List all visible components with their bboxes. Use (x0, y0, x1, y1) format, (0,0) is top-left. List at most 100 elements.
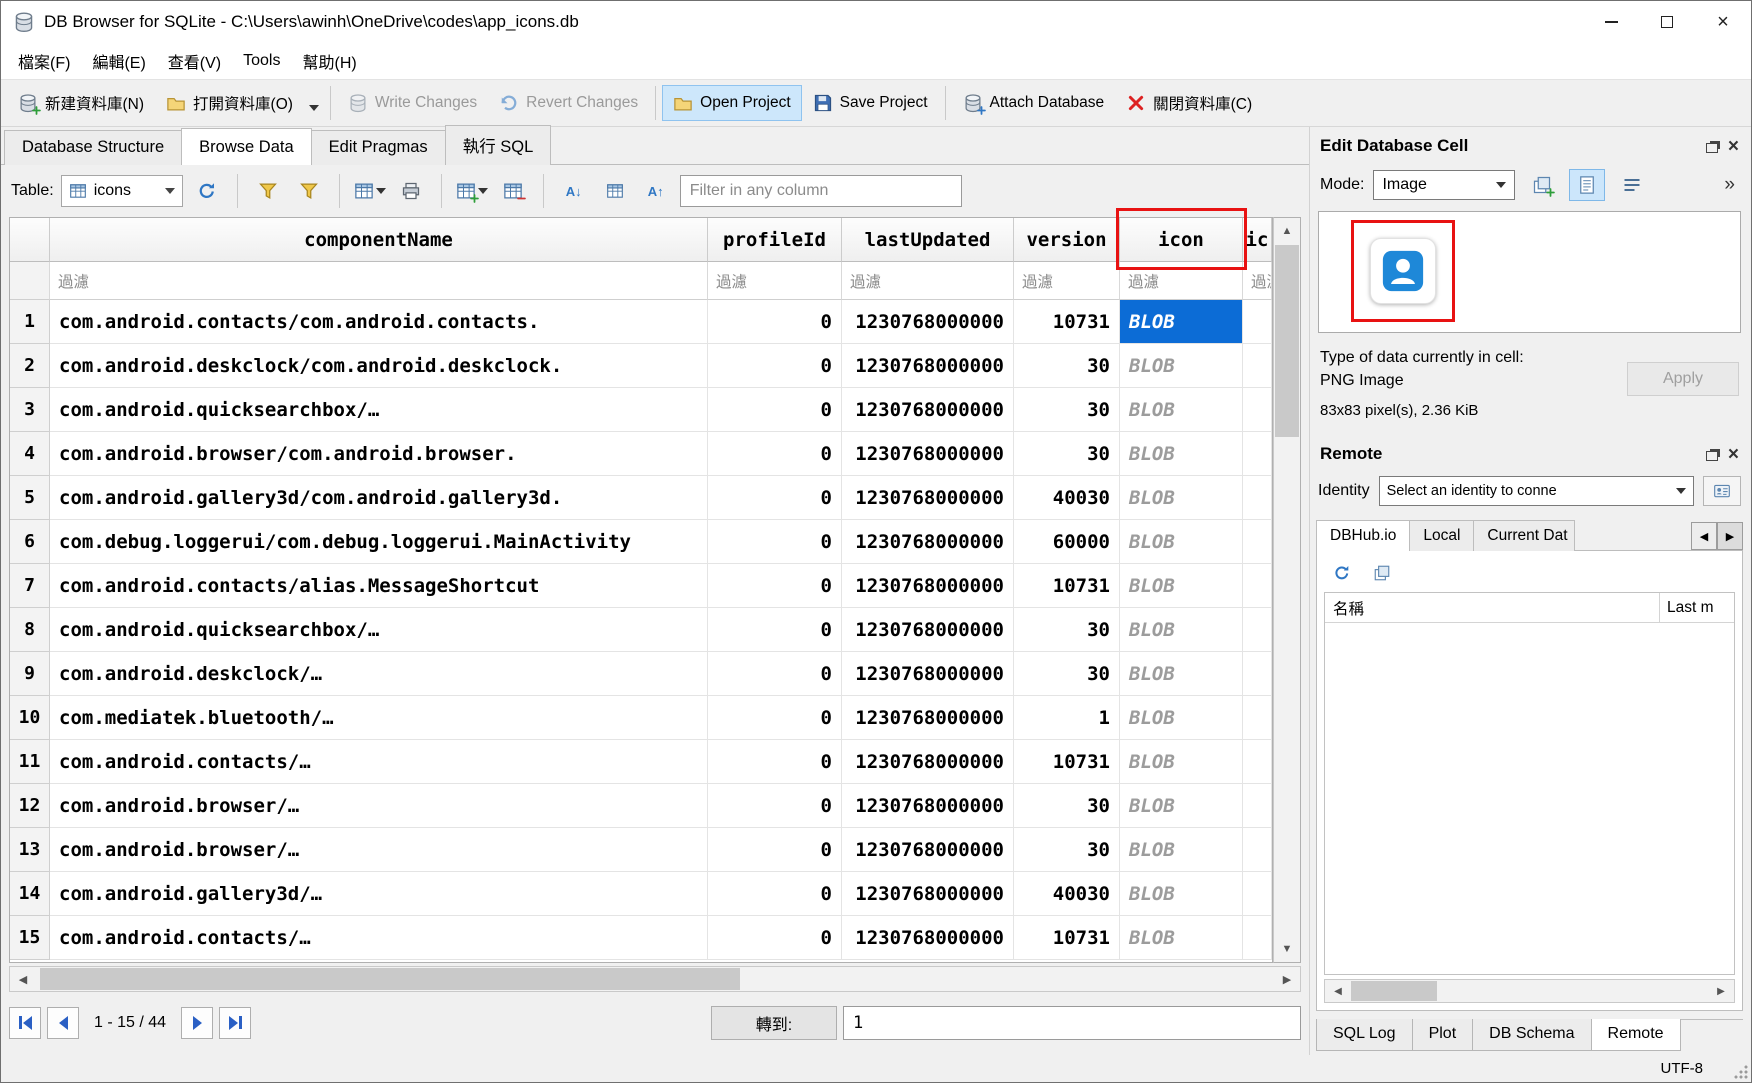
cell-profileId[interactable]: 0 (708, 696, 842, 740)
cell-componentName[interactable]: com.android.browser/… (50, 784, 708, 828)
cell-icon[interactable]: BLOB (1120, 652, 1243, 696)
save-table-as-button[interactable] (353, 175, 387, 207)
tab-scroll-left-button[interactable]: ◀ (1691, 522, 1717, 550)
first-page-button[interactable] (9, 1007, 41, 1039)
cell-version[interactable]: 10731 (1014, 916, 1120, 960)
cell-lastUpdated[interactable]: 1230768000000 (842, 696, 1014, 740)
float-panel-icon[interactable] (1706, 143, 1718, 153)
menu-help[interactable]: 幫助(H) (291, 43, 367, 79)
cell-componentName[interactable]: com.android.quicksearchbox/… (50, 388, 708, 432)
cell-icon[interactable]: BLOB (1120, 608, 1243, 652)
cell-icon[interactable]: BLOB (1120, 872, 1243, 916)
cell-overflow[interactable] (1243, 564, 1272, 608)
cell-profileId[interactable]: 0 (708, 388, 842, 432)
cell-version[interactable]: 40030 (1014, 476, 1120, 520)
attach-database-button[interactable]: Attach Database (952, 85, 1116, 121)
cell-version[interactable]: 30 (1014, 828, 1120, 872)
cell-overflow[interactable] (1243, 784, 1272, 828)
filter-icon[interactable]: 過濾 (1120, 262, 1243, 300)
cell-profileId[interactable]: 0 (708, 872, 842, 916)
tab-plot[interactable]: Plot (1412, 1019, 1474, 1051)
filter-componentName[interactable]: 過濾 (50, 262, 708, 300)
header-version[interactable]: version (1014, 218, 1120, 262)
filter-lastUpdated[interactable]: 過濾 (842, 262, 1014, 300)
cell-icon[interactable]: BLOB (1120, 564, 1243, 608)
save-project-button[interactable]: Save Project (802, 85, 939, 121)
cell-icon[interactable]: BLOB (1120, 476, 1243, 520)
row-number[interactable]: 9 (10, 652, 50, 696)
cell-icon[interactable]: BLOB (1120, 828, 1243, 872)
cell-profileId[interactable]: 0 (708, 432, 842, 476)
cell-version[interactable]: 30 (1014, 388, 1120, 432)
minimize-button[interactable] (1583, 1, 1639, 43)
cell-lastUpdated[interactable]: 1230768000000 (842, 608, 1014, 652)
row-number[interactable]: 12 (10, 784, 50, 828)
cell-componentName[interactable]: com.android.quicksearchbox/… (50, 608, 708, 652)
insert-record-button[interactable] (455, 175, 489, 207)
cell-lastUpdated[interactable]: 1230768000000 (842, 784, 1014, 828)
global-filter-input[interactable] (680, 175, 962, 207)
vertical-scrollbar[interactable]: ▲ ▼ (1273, 217, 1301, 963)
filter-version[interactable]: 過濾 (1014, 262, 1120, 300)
cell-overflow[interactable] (1243, 828, 1272, 872)
apply-button[interactable]: Apply (1627, 362, 1739, 396)
remote-refresh-button[interactable] (1328, 557, 1356, 589)
cell-version[interactable]: 30 (1014, 344, 1120, 388)
cell-profileId[interactable]: 0 (708, 740, 842, 784)
menu-edit[interactable]: 編輯(E) (81, 43, 156, 79)
last-page-button[interactable] (219, 1007, 251, 1039)
scroll-left-icon[interactable]: ◀ (1325, 980, 1351, 1002)
cell-overflow[interactable] (1243, 652, 1272, 696)
cell-icon[interactable]: BLOB (1120, 344, 1243, 388)
cell-lastUpdated[interactable]: 1230768000000 (842, 300, 1014, 344)
row-number[interactable]: 4 (10, 432, 50, 476)
cell-profileId[interactable]: 0 (708, 652, 842, 696)
cell-version[interactable]: 10731 (1014, 564, 1120, 608)
tab-dbhub[interactable]: DBHub.io (1316, 520, 1410, 551)
row-number[interactable]: 7 (10, 564, 50, 608)
cell-lastUpdated[interactable]: 1230768000000 (842, 432, 1014, 476)
cell-lastUpdated[interactable]: 1230768000000 (842, 828, 1014, 872)
tab-database-structure[interactable]: Database Structure (4, 130, 182, 165)
cell-lastUpdated[interactable]: 1230768000000 (842, 344, 1014, 388)
remote-header-last-modified[interactable]: Last m (1660, 593, 1734, 622)
previous-page-button[interactable] (47, 1007, 79, 1039)
manage-identities-button[interactable] (1703, 476, 1741, 506)
row-number[interactable]: 13 (10, 828, 50, 872)
cell-overflow[interactable] (1243, 520, 1272, 564)
filter-overflow[interactable]: 過濾 (1243, 262, 1272, 300)
word-wrap-button[interactable] (1614, 169, 1650, 201)
tab-current-database[interactable]: Current Dat (1473, 520, 1575, 551)
cell-version[interactable]: 10731 (1014, 740, 1120, 784)
cell-icon[interactable]: BLOB (1120, 916, 1243, 960)
close-database-button[interactable]: 關閉資料庫(C) (1115, 84, 1263, 122)
cell-profileId[interactable]: 0 (708, 564, 842, 608)
row-number[interactable]: 2 (10, 344, 50, 388)
menu-file[interactable]: 檔案(F) (7, 43, 81, 79)
row-number[interactable]: 1 (10, 300, 50, 344)
row-number[interactable]: 6 (10, 520, 50, 564)
resize-grip[interactable] (1734, 1065, 1748, 1079)
encoding-indicator[interactable]: UTF-8 (1661, 1060, 1704, 1077)
cell-overflow[interactable] (1243, 608, 1272, 652)
cell-version[interactable]: 10731 (1014, 300, 1120, 344)
maximize-button[interactable] (1639, 1, 1695, 43)
cell-componentName[interactable]: com.android.gallery3d/… (50, 872, 708, 916)
tab-execute-sql[interactable]: 執行 SQL (445, 125, 552, 165)
cell-componentName[interactable]: com.android.gallery3d/com.android.galler… (50, 476, 708, 520)
cell-icon[interactable]: BLOB (1120, 432, 1243, 476)
cell-componentName[interactable]: com.android.deskclock/com.android.deskcl… (50, 344, 708, 388)
cell-overflow[interactable] (1243, 916, 1272, 960)
next-page-button[interactable] (181, 1007, 213, 1039)
cell-overflow[interactable] (1243, 432, 1272, 476)
cell-profileId[interactable]: 0 (708, 828, 842, 872)
scroll-down-icon[interactable]: ▼ (1274, 936, 1300, 962)
cell-lastUpdated[interactable]: 1230768000000 (842, 388, 1014, 432)
cell-version[interactable]: 30 (1014, 652, 1120, 696)
cell-overflow[interactable] (1243, 388, 1272, 432)
cell-componentName[interactable]: com.android.contacts/… (50, 740, 708, 784)
cell-componentName[interactable]: com.android.browser/com.android.browser. (50, 432, 708, 476)
cell-profileId[interactable]: 0 (708, 916, 842, 960)
cell-profileId[interactable]: 0 (708, 520, 842, 564)
open-project-button[interactable]: Open Project (662, 85, 801, 121)
